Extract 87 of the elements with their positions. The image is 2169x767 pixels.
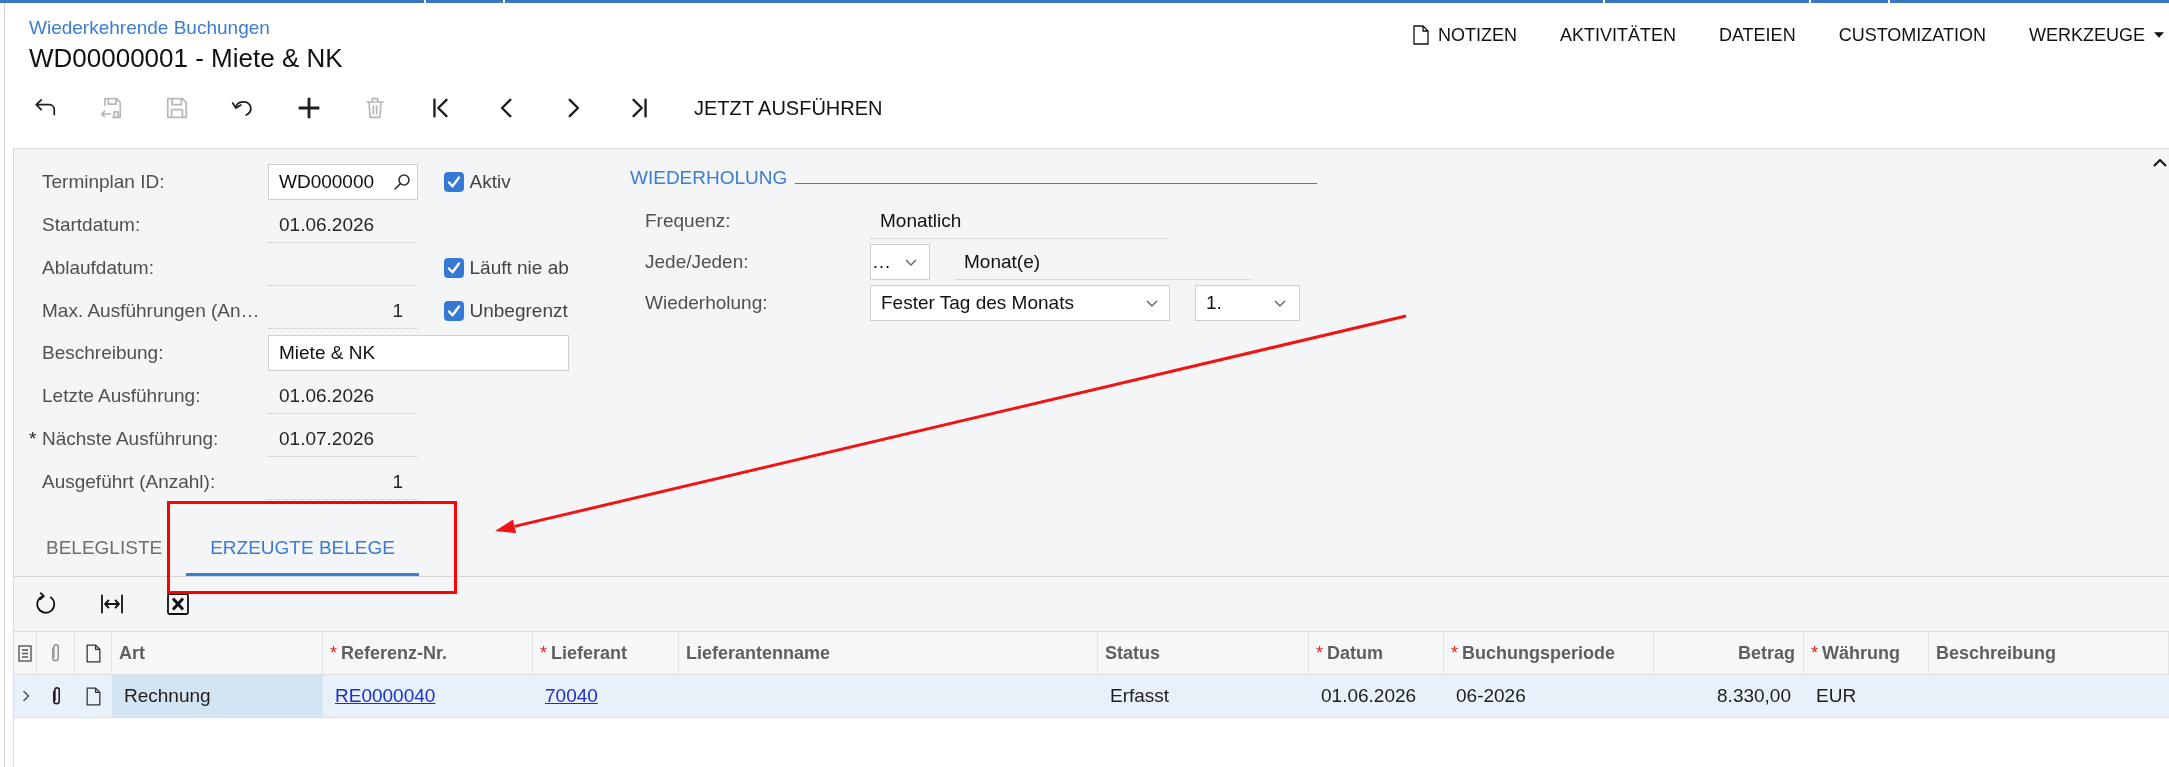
field-label: Ablaufdatum: [42,256,155,279]
document-icon [85,643,101,663]
table-cell-text: 8.330,00 [1716,684,1792,708]
column-header[interactable]: * Währung [1804,632,1929,674]
reference-link[interactable]: 70040 [545,685,598,707]
required-marker: * [1316,642,1323,664]
chevron-down-icon [1146,299,1158,307]
reference-link[interactable]: RE0000040 [335,685,436,707]
chevron-down-icon [1274,299,1286,307]
header-menu-item[interactable]: WERKZEUGE [2007,20,2169,50]
refresh-icon [34,592,58,616]
checkbox[interactable] [443,300,464,321]
readonly-field: 01.07.2026 [268,420,418,457]
column-header[interactable]: * Datum [1309,632,1444,674]
column-label: Lieferant [551,642,628,664]
column-header[interactable]: Status [1098,632,1309,674]
trash-icon [363,96,387,120]
required-marker: * [330,642,337,664]
document-icon [1412,25,1429,45]
header-menu-item[interactable]: NOTIZEN [1391,20,1539,50]
required-marker: * [1811,642,1818,664]
number-field: 1 [268,292,418,329]
plus-icon [297,96,321,120]
field-label: Startdatum: [42,213,142,236]
floppy-arrow-icon [99,96,123,120]
chevron-down-icon [905,258,917,266]
page-title: WD00000001 - Miete & NK [29,43,343,73]
field-label: Max. Ausführungen (An… [42,299,261,322]
table-cell-text: 06-2026 [1455,684,1527,708]
readonly-field: 01.06.2026 [268,206,418,243]
readonly-field: Monat(e) [955,244,1252,280]
column-header[interactable]: Lieferantenname [679,632,1098,674]
column-header[interactable]: Art [112,632,323,674]
table-cell: Rechnung [112,675,323,717]
document-icon[interactable] [86,686,101,706]
required-marker: * [1451,642,1458,664]
checkbox-label[interactable]: Aktiv [469,171,511,193]
column-header[interactable]: * Referenz-Nr. [323,632,533,674]
paperclip-icon [49,642,62,664]
list-icon [18,644,32,662]
dropdown[interactable]: 1. [1195,285,1300,321]
field-label: Letzte Ausführung: [42,384,202,407]
field-label: Jede/Jeden: [645,251,750,273]
column-label: Währung [1822,642,1900,664]
search-icon[interactable] [393,173,411,191]
section-title: WIEDERHOLUNG [630,167,788,189]
column-header[interactable]: Betrag [1654,632,1804,674]
checkbox[interactable] [443,257,464,278]
chevron-up-icon[interactable] [2153,159,2167,167]
field-label: Ausgeführt (Anzahl): [42,470,217,493]
header-menu-item[interactable]: CUSTOMIZATION [1817,20,2008,50]
table-row[interactable]: Rechnung RE0000040 70040 Erfasst 01.06.2026 06-2026 8.330,00 EUR [14,675,2169,718]
number-field: 1 [268,463,418,500]
run-now-button[interactable]: JETZT AUSFÜHREN [689,88,888,128]
checkbox[interactable] [443,172,464,192]
dropdown[interactable]: … [870,244,930,280]
column-header[interactable]: Beschreibung [1929,632,2169,674]
field-label: Frequenz: [645,210,732,232]
lookup-field[interactable]: WD000000 [268,164,418,200]
table-cell-text: Erfasst [1109,684,1171,708]
column-header[interactable]: * Lieferant [533,632,679,674]
field-label: Nächste Ausführung: [42,427,220,450]
column-header[interactable]: * Buchungsperiode [1444,632,1654,674]
tab[interactable]: BELEGLISTE [22,520,187,576]
chevron-right-icon[interactable] [21,690,30,702]
readonly-field: Monatlich [870,203,1170,239]
field-label: Wiederholung: [645,292,769,314]
column-label: Buchungsperiode [1462,642,1616,664]
required-marker: * [29,427,37,450]
dropdown[interactable]: Fester Tag des Monats [870,285,1170,321]
table-cell-text: 01.06.2026 [1320,684,1418,708]
field-label: Beschreibung: [42,342,165,364]
breadcrumb-link[interactable]: Wiederkehrende Buchungen [29,17,270,39]
fit-width-icon [100,592,124,616]
table-cell-text: EUR [1815,684,1858,708]
required-marker: * [540,642,547,664]
text-field[interactable]: Miete & NK [268,335,569,371]
field-label: Terminplan ID: [42,171,166,193]
column-label: Datum [1327,642,1384,664]
column-label: Referenz-Nr. [341,642,448,664]
header-menu-item[interactable]: DATEIEN [1697,20,1818,50]
checkbox-label[interactable]: Läuft nie ab [469,256,569,279]
checkbox-label[interactable]: Unbegrenzt [469,299,568,322]
x-square-icon [166,592,190,616]
caret-down-icon [2154,32,2164,38]
header-menu-item[interactable]: AKTIVITÄTEN [1538,20,1698,50]
readonly-field: 01.06.2026 [268,377,418,414]
